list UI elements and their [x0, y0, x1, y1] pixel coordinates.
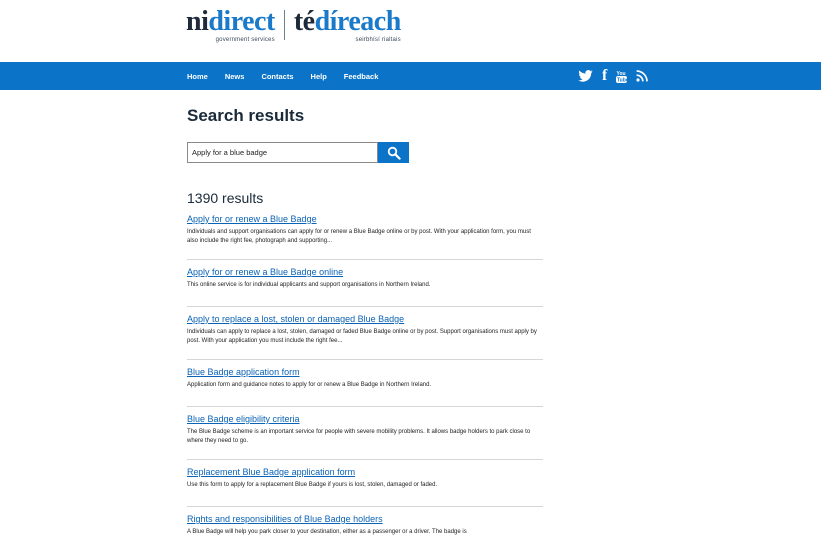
svg-text:Tube: Tube	[617, 77, 627, 83]
result-title-link[interactable]: Replacement Blue Badge application form	[187, 466, 543, 479]
result-title-link[interactable]: Apply to replace a lost, stolen or damag…	[187, 313, 543, 326]
list-item: Rights and responsibilities of Blue Badg…	[187, 513, 543, 553]
logo-ni: ni	[186, 6, 209, 37]
result-description: The Blue Badge scheme is an important se…	[187, 429, 531, 444]
facebook-icon[interactable]: f	[602, 67, 607, 85]
search-button[interactable]	[378, 142, 409, 163]
logo-subtitle-english: government services	[215, 37, 275, 43]
results-list: Apply for or renew a Blue Badge Individu…	[187, 213, 543, 559]
result-description: Individuals and support organisations ca…	[187, 229, 531, 244]
nav-links: Home News Contacts Help Feedback	[187, 62, 395, 90]
youtube-icon[interactable]: YouTube	[616, 70, 628, 83]
result-title-link[interactable]: Apply for or renew a Blue Badge	[187, 213, 543, 226]
logo-english: nidirect government services	[186, 6, 275, 44]
list-item: Blue Badge eligibility criteria The Blue…	[187, 413, 543, 460]
search-input[interactable]	[187, 142, 378, 163]
logo-subtitle-irish: seirbhísí rialtais	[355, 37, 401, 43]
nav-home[interactable]: Home	[187, 72, 208, 81]
list-item: Apply for or renew a Blue Badge online T…	[187, 266, 543, 307]
result-description: Application form and guidance notes to a…	[187, 382, 432, 388]
page-title: Search results	[187, 106, 305, 125]
logo-divider	[283, 10, 285, 40]
nav-contacts[interactable]: Contacts	[261, 72, 293, 81]
nav-news[interactable]: News	[225, 72, 245, 81]
site-header: nidirect government services tédíreach s…	[0, 0, 821, 62]
logo-te: té	[293, 6, 315, 37]
nidirect-logo[interactable]: nidirect government services tédíreach s…	[186, 6, 402, 44]
search-form	[187, 142, 409, 163]
result-title-link[interactable]: Apply for or renew a Blue Badge online	[187, 266, 543, 279]
nav-help[interactable]: Help	[311, 72, 327, 81]
list-item: Apply for or renew a Blue Badge Individu…	[187, 213, 543, 260]
social-links: f YouTube	[578, 62, 657, 90]
result-description: Use this form to apply for a replacement…	[187, 482, 438, 488]
logo-direach: díreach	[314, 6, 402, 37]
main-nav: Home News Contacts Help Feedback f You Tu…	[0, 62, 821, 90]
result-title-link[interactable]: Rights and responsibilities of Blue Badg…	[187, 513, 543, 526]
result-count: 1390 results	[187, 190, 264, 206]
result-description: This online service is for individual ap…	[187, 282, 431, 288]
list-item: Replacement Blue Badge application form …	[187, 466, 543, 507]
result-title-link[interactable]: Blue Badge eligibility criteria	[187, 413, 543, 426]
rss-icon[interactable]	[636, 70, 649, 82]
list-item: Apply to replace a lost, stolen or damag…	[187, 313, 543, 360]
nav-feedback[interactable]: Feedback	[344, 72, 379, 81]
search-icon	[387, 146, 401, 160]
logo-irish: tédíreach seirbhísí rialtais	[293, 6, 402, 44]
result-title-link[interactable]: Blue Badge application form	[187, 366, 543, 379]
result-description: Individuals can apply to replace a lost,…	[187, 329, 537, 344]
logo-direct: direct	[208, 6, 275, 37]
list-item: Blue Badge application form Application …	[187, 366, 543, 407]
result-description: A Blue Badge will help you park closer t…	[187, 529, 467, 535]
twitter-icon[interactable]	[578, 70, 593, 82]
